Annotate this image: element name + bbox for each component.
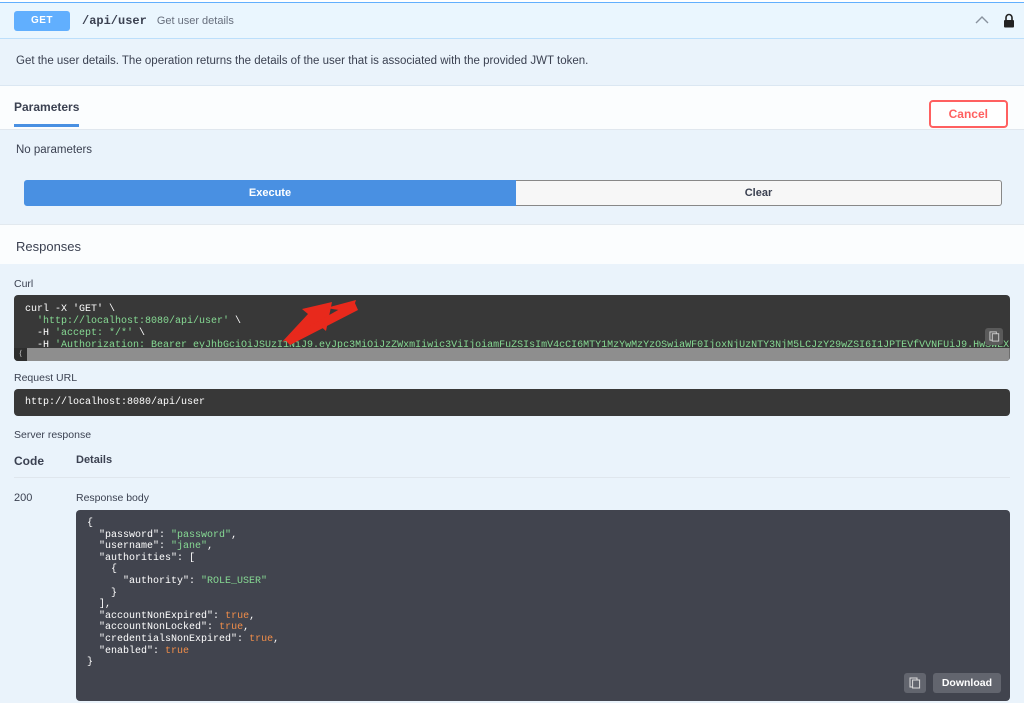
- curl-line-3-flag: -H: [25, 328, 56, 339]
- curl-line-1: curl -X 'GET' \: [25, 304, 116, 315]
- response-status-code: 200: [14, 492, 33, 504]
- clear-button[interactable]: Clear: [516, 180, 1002, 206]
- lock-icon[interactable]: [1002, 13, 1016, 29]
- operation-block-get-api-user: GET /api/user Get user details Get the u…: [0, 2, 1024, 703]
- operation-description: Get the user details. The operation retu…: [0, 39, 1024, 86]
- parameters-body: No parameters: [0, 130, 1024, 180]
- swagger-ui-page: GET /api/user Get user details Get the u…: [0, 0, 1024, 703]
- responses-content: Curl curl -X 'GET' \ 'http://localhost:8…: [0, 264, 1024, 703]
- response-body-label: Response body: [76, 492, 149, 504]
- request-url-value: http://localhost:8080/api/user: [14, 389, 1010, 416]
- curl-command-block[interactable]: curl -X 'GET' \ 'http://localhost:8080/a…: [14, 295, 1010, 361]
- curl-line-2-url: 'http://localhost:8080/api/user': [37, 316, 230, 327]
- chevron-up-icon[interactable]: [974, 13, 990, 29]
- curl-horizontal-scrollbar[interactable]: ⟨: [14, 348, 1010, 361]
- execute-clear-row: Execute Clear: [0, 180, 1024, 224]
- responses-title: Responses: [16, 239, 82, 254]
- http-method-badge: GET: [14, 10, 70, 31]
- column-header-code: Code: [14, 454, 44, 468]
- download-button[interactable]: Download: [932, 672, 1001, 693]
- curl-line-2-cont: \: [229, 316, 242, 327]
- curl-label: Curl: [14, 278, 34, 290]
- copy-curl-button[interactable]: [985, 328, 1003, 345]
- cancel-button[interactable]: Cancel: [928, 100, 1008, 128]
- request-url-label: Request URL: [14, 372, 78, 384]
- copy-response-button[interactable]: [903, 672, 926, 693]
- parameters-tab-row: Parameters: [0, 86, 1024, 130]
- response-body-block: { "password": "password", "username": "j…: [76, 510, 1010, 701]
- response-details: Response body { "password": "password", …: [76, 492, 1010, 703]
- column-header-details: Details: [76, 454, 113, 466]
- response-table-header: Code Details: [14, 454, 1010, 478]
- chevron-left-icon[interactable]: ⟨: [14, 348, 27, 361]
- curl-line-2-indent: [25, 316, 37, 327]
- operation-summary-text: Get user details: [156, 14, 234, 27]
- curl-line-3-cont: \: [133, 328, 146, 339]
- cancel-button-wrapper: Cancel: [928, 100, 1008, 128]
- server-response-label: Server response: [14, 429, 92, 441]
- curl-line-3-accept: 'accept: */*': [55, 328, 134, 339]
- response-body-json: { "password": "password", "username": "j…: [87, 518, 280, 669]
- responses-section: Responses: [0, 224, 1024, 264]
- operation-summary-bar[interactable]: GET /api/user Get user details: [0, 3, 1024, 39]
- operation-body: Get the user details. The operation retu…: [0, 39, 1024, 224]
- tab-parameters[interactable]: Parameters: [14, 100, 80, 127]
- scrollbar-thumb[interactable]: [27, 348, 1010, 361]
- response-body-actions: Download: [903, 672, 1001, 693]
- parameters-section: Parameters: [0, 86, 1024, 130]
- response-row-200: 200 Response body { "password": "passwor…: [14, 478, 1010, 703]
- no-parameters-text: No parameters: [16, 144, 93, 156]
- execute-button[interactable]: Execute: [24, 180, 516, 206]
- operation-path: /api/user: [82, 13, 147, 28]
